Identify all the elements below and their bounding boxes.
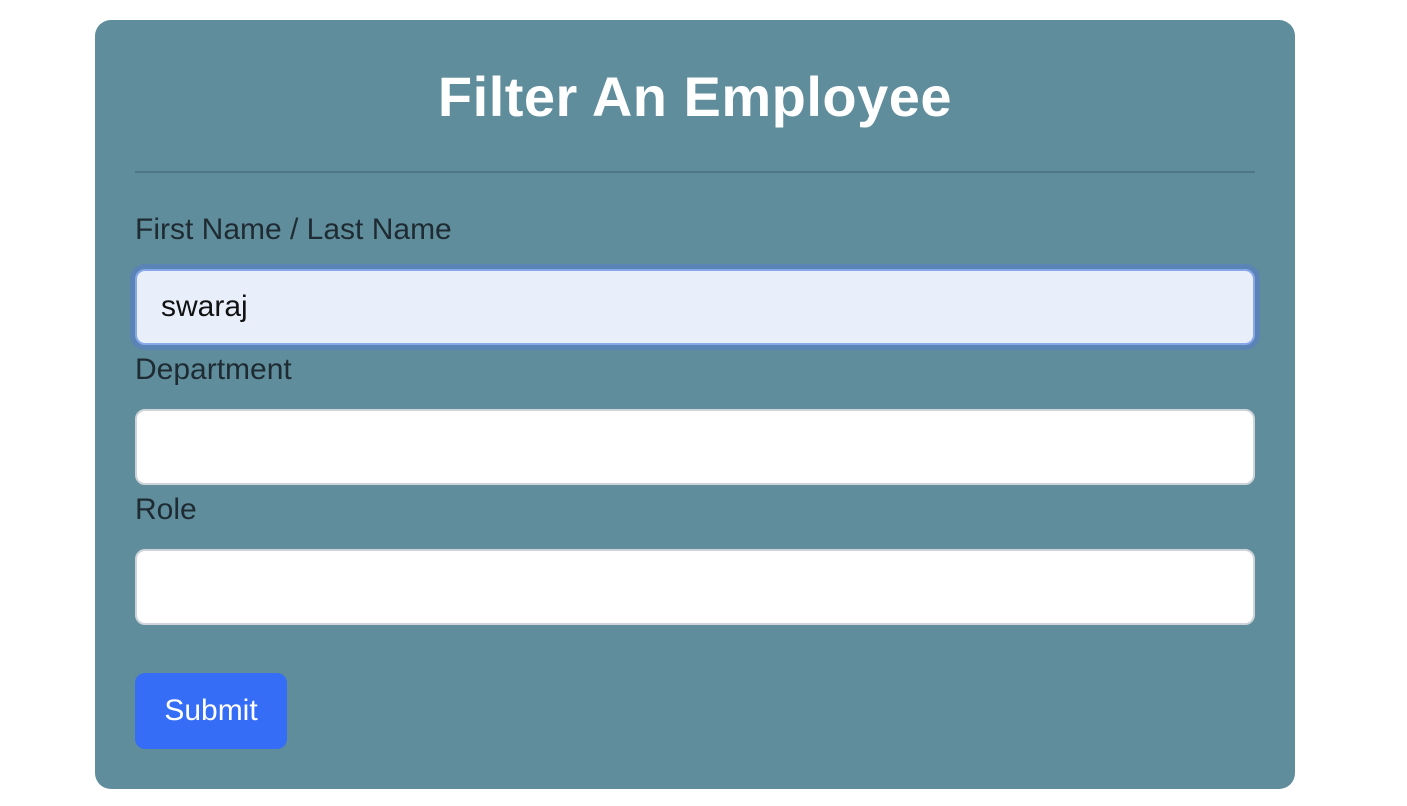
form-title: Filter An Employee <box>437 65 953 128</box>
filter-employee-card: Filter An Employee First Name / Last Nam… <box>95 20 1295 789</box>
department-field-label: Department <box>135 353 292 386</box>
department-input[interactable] <box>135 409 1255 485</box>
role-input[interactable] <box>135 549 1255 625</box>
name-field-label: First Name / Last Name <box>135 213 452 246</box>
title-divider <box>135 171 1255 173</box>
name-input[interactable] <box>135 269 1255 345</box>
submit-button[interactable]: Submit <box>135 673 287 749</box>
role-field-label: Role <box>135 493 197 526</box>
